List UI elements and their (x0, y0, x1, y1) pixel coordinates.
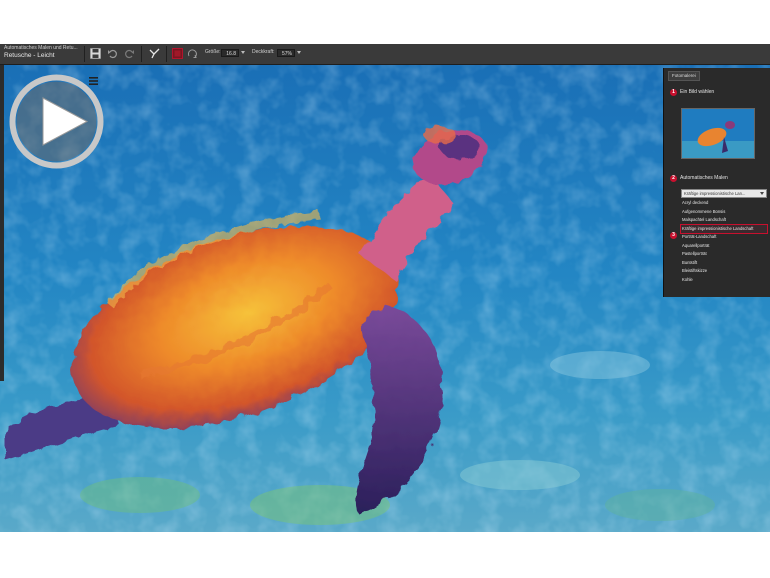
opacity-dropdown-icon[interactable] (297, 51, 301, 54)
undo-icon (108, 49, 117, 59)
painted-turtle-image (0, 65, 770, 532)
brush-icon (149, 48, 160, 59)
style-option[interactable]: Pastellporträt (681, 250, 767, 259)
menu-icon[interactable] (89, 72, 98, 85)
redo-icon (125, 49, 134, 59)
style-option-highlighted[interactable]: Kräftige impressionistische Landschaft (680, 223, 768, 234)
style-select-value: Kräftige impressionistische Lan... (684, 191, 746, 196)
style-option[interactable]: Aufgenommene Bonsis (681, 208, 767, 217)
size-label: Größe: (205, 49, 221, 55)
size-field[interactable]: 16.8 (221, 49, 239, 57)
color-swatch-icon (172, 48, 183, 59)
rotate-icon (187, 49, 197, 58)
toolbar: Automatisches Malen und Retu... Retusche… (0, 44, 770, 65)
step-label-auto-paint: Automatisches Malen (680, 175, 728, 181)
opacity-label: Deckkraft: (252, 49, 275, 55)
style-select[interactable]: Kräftige impressionistische Lan... (681, 189, 767, 198)
rotate-button[interactable] (186, 47, 199, 60)
image-canvas[interactable] (0, 65, 770, 532)
style-option[interactable]: Aquarellporträt (681, 242, 767, 251)
step-badge-3: 3 (670, 232, 677, 239)
style-option[interactable]: Buntstift (681, 259, 767, 268)
image-thumbnail[interactable] (681, 108, 755, 159)
save-icon (90, 48, 101, 59)
opacity-field[interactable]: 57% (277, 49, 295, 57)
save-button[interactable] (89, 47, 102, 60)
tab-fotomalerei[interactable]: Fotomalerei (668, 71, 700, 81)
color-swatch-button[interactable] (171, 47, 184, 60)
size-dropdown-icon[interactable] (241, 51, 245, 54)
step-label-choose-image: Ein Bild wählen (680, 89, 715, 95)
redo-button[interactable] (123, 47, 136, 60)
brush-tool-button[interactable] (148, 47, 161, 60)
play-icon (9, 74, 104, 169)
toolbar-divider (166, 46, 167, 62)
step-badge-2: 2 (670, 175, 677, 182)
style-option[interactable]: Kohle (681, 276, 767, 285)
style-option[interactable]: Acryl deckend (681, 199, 767, 208)
style-option[interactable]: Malspachtel Landschaft (681, 216, 767, 225)
toolbar-divider (84, 46, 85, 62)
style-options-list: Acryl deckend Aufgenommene Bonsis Malspa… (680, 199, 768, 285)
mode-title: Retusche - Leicht (4, 52, 55, 59)
hamburger-icon (89, 77, 98, 85)
left-tool-strip (0, 65, 4, 381)
toolbar-divider (141, 46, 142, 62)
undo-button[interactable] (106, 47, 119, 60)
play-button[interactable] (9, 74, 104, 169)
step-badge-1: 1 (670, 89, 677, 96)
photo-painting-panel: Fotomalerei 1 Ein Bild wählen 2 Automati… (663, 68, 770, 297)
style-option[interactable]: Porträt-Landschaft (681, 233, 767, 242)
style-option[interactable]: Bleistiftskizze (681, 267, 767, 276)
turtle-thumbnail (682, 109, 754, 158)
window-title: Automatisches Malen und Retu... Retusche… (4, 45, 78, 63)
chevron-down-icon (760, 192, 764, 195)
app-window: Automatisches Malen und Retu... Retusche… (0, 44, 770, 532)
